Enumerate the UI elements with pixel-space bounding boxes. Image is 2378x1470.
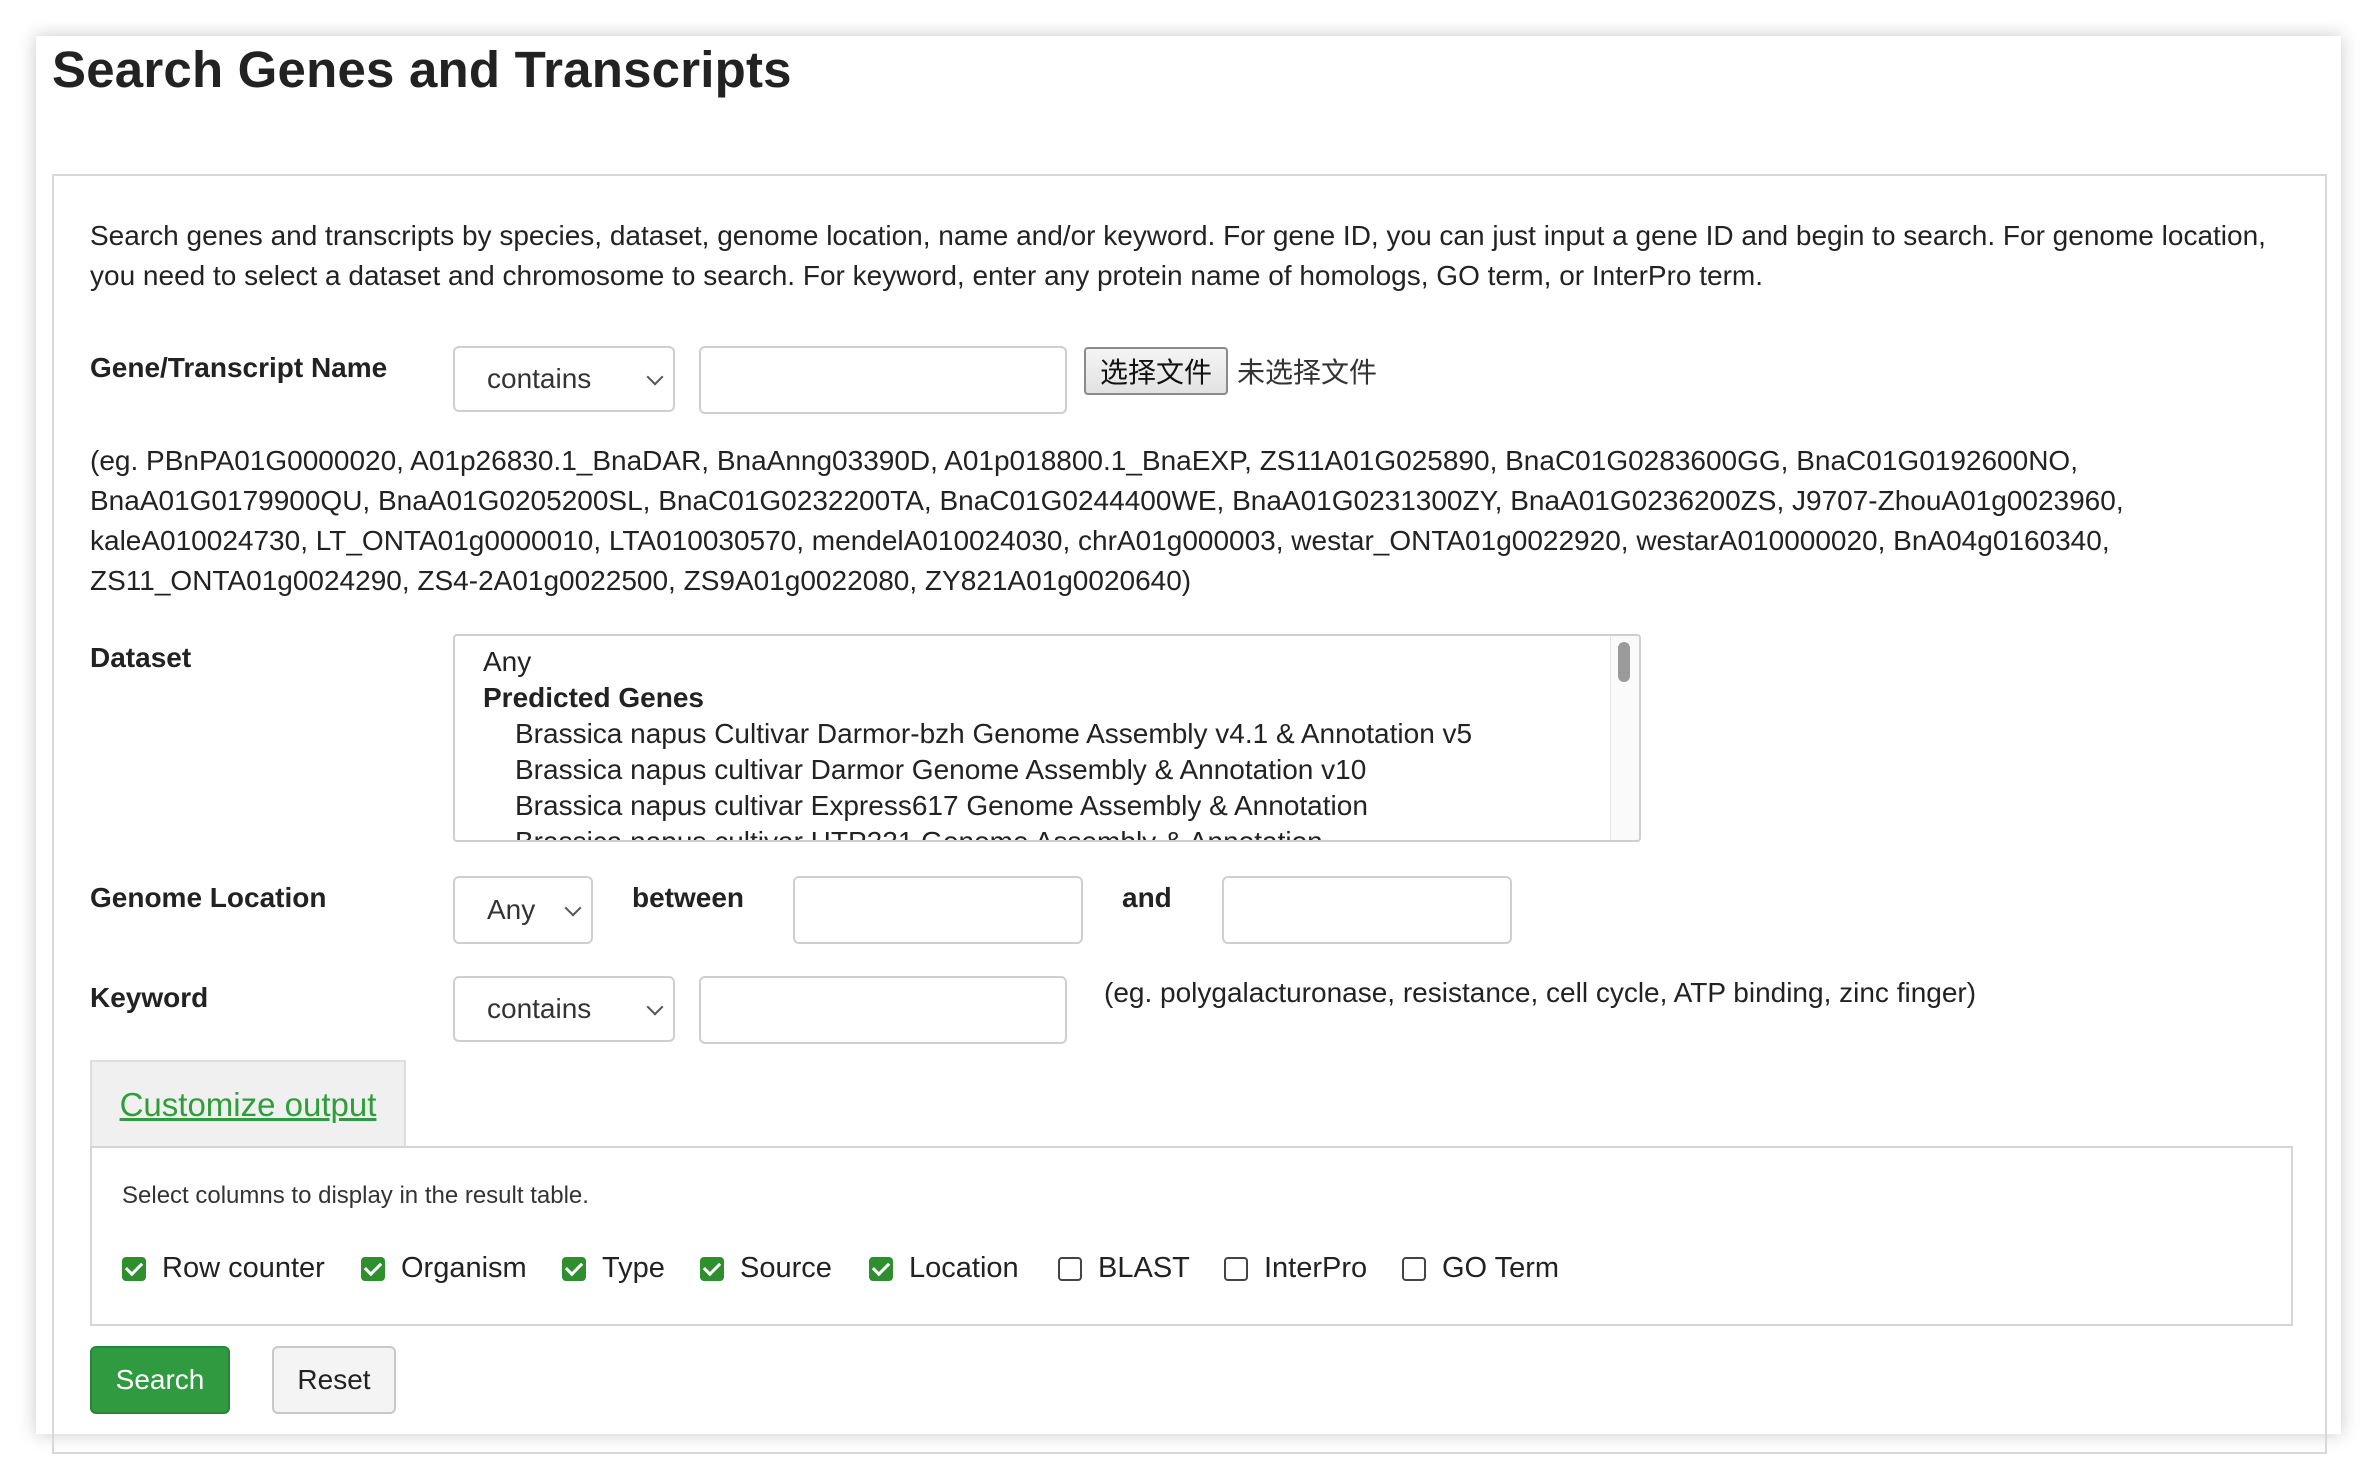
dataset-group-label: Predicted Genes — [483, 682, 704, 713]
keyword-label: Keyword — [90, 982, 209, 1013]
keyword-operator-select[interactable]: contains — [453, 976, 675, 1042]
keyword-input[interactable] — [699, 976, 1067, 1044]
output-hint: Select columns to display in the result … — [122, 1182, 589, 1209]
keyword-examples: (eg. polygalacturonase, resistance, cell… — [1104, 977, 1977, 1008]
column-checkbox-label: BLAST — [1098, 1252, 1190, 1284]
gene-name-input[interactable] — [699, 346, 1067, 414]
column-checkbox-label: GO Term — [1442, 1252, 1560, 1284]
search-form-panel: Search genes and transcripts by species,… — [52, 174, 2327, 1454]
checkbox-unchecked-icon[interactable] — [1058, 1256, 1082, 1281]
checkbox-checked-icon[interactable] — [562, 1256, 586, 1281]
page-container: Search Genes and Transcripts Search gene… — [36, 36, 2341, 1454]
column-checkbox-label: Row counter — [162, 1252, 325, 1284]
dataset-option[interactable]: Brassica napus Cultivar Darmor-bzh Genom… — [515, 718, 1472, 750]
column-checkbox-location[interactable]: Location — [869, 1252, 1019, 1285]
checkbox-checked-icon[interactable] — [869, 1256, 893, 1281]
column-checkbox-source[interactable]: Source — [700, 1252, 832, 1285]
column-checkbox-label: Source — [740, 1252, 832, 1284]
chromosome-value: Any — [487, 894, 536, 925]
intro-text: Search genes and transcripts by species,… — [90, 220, 2266, 291]
location-start-input[interactable] — [793, 876, 1083, 944]
gene-name-examples: (eg. PBnPA01G0000020, A01p26830.1_BnaDAR… — [90, 445, 2124, 596]
output-columns-panel: Select columns to display in the result … — [90, 1146, 2293, 1326]
chevron-down-icon — [564, 899, 582, 917]
checkbox-checked-icon[interactable] — [361, 1256, 385, 1281]
customize-output-link[interactable]: Customize output — [120, 1086, 377, 1124]
checkbox-checked-icon[interactable] — [700, 1256, 724, 1281]
between-label: between — [632, 882, 745, 913]
dataset-label: Dataset — [90, 642, 192, 673]
gene-name-label: Gene/Transcript Name — [90, 352, 388, 383]
gene-name-operator-value: contains — [487, 363, 592, 394]
choose-file-button[interactable]: 选择文件 — [1084, 347, 1228, 395]
column-checkbox-organism[interactable]: Organism — [361, 1252, 527, 1285]
chevron-down-icon — [646, 368, 664, 386]
page-title: Search Genes and Transcripts — [52, 41, 792, 98]
column-checkbox-row-counter[interactable]: Row counter — [122, 1252, 325, 1285]
chevron-down-icon — [646, 998, 664, 1016]
reset-button[interactable]: Reset — [272, 1346, 396, 1414]
dataset-option[interactable]: Brassica napus cultivar HTP221 Genome As… — [515, 826, 1323, 840]
gene-name-operator-select[interactable]: contains — [453, 346, 675, 412]
checkbox-checked-icon[interactable] — [122, 1256, 146, 1281]
chromosome-select[interactable]: Any — [453, 876, 593, 944]
checkbox-unchecked-icon[interactable] — [1402, 1256, 1426, 1281]
search-button[interactable]: Search — [90, 1346, 230, 1414]
dataset-option[interactable]: Brassica napus cultivar Express617 Genom… — [515, 790, 1368, 822]
column-checkbox-interpro[interactable]: InterPro — [1224, 1252, 1367, 1285]
location-end-input[interactable] — [1222, 876, 1512, 944]
column-checkbox-blast[interactable]: BLAST — [1058, 1252, 1190, 1285]
column-checkbox-go-term[interactable]: GO Term — [1402, 1252, 1559, 1285]
column-checkbox-label: InterPro — [1264, 1252, 1368, 1284]
keyword-operator-value: contains — [487, 993, 592, 1024]
scrollbar-thumb[interactable] — [1618, 642, 1630, 682]
genome-location-label: Genome Location — [90, 882, 327, 913]
column-checkbox-type[interactable]: Type — [562, 1252, 665, 1285]
checkbox-unchecked-icon[interactable] — [1224, 1256, 1248, 1281]
file-status-text: 未选择文件 — [1237, 356, 1378, 389]
tab-customize-output[interactable]: Customize output — [90, 1060, 406, 1148]
dataset-listbox[interactable]: Any Predicted Genes Brassica napus Culti… — [453, 634, 1641, 842]
column-checkbox-label: Organism — [401, 1252, 527, 1284]
column-checkbox-label: Type — [602, 1252, 665, 1284]
and-label: and — [1122, 882, 1172, 913]
dataset-scrollbar[interactable] — [1610, 636, 1639, 840]
column-checkbox-label: Location — [909, 1252, 1019, 1284]
dataset-option[interactable]: Any — [483, 646, 531, 678]
dataset-option[interactable]: Brassica napus cultivar Darmor Genome As… — [515, 754, 1366, 786]
